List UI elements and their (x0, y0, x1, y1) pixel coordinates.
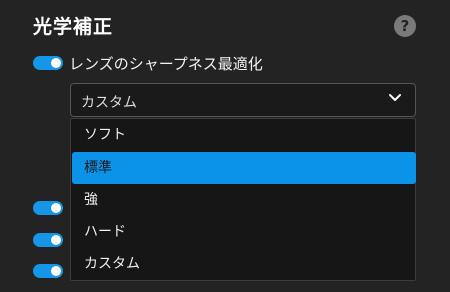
toggle-knob (51, 235, 61, 245)
toggle-4[interactable] (33, 264, 63, 278)
toggle-knob (51, 58, 61, 68)
option-standard[interactable]: 標準 (72, 152, 416, 184)
help-icon[interactable]: ? (394, 15, 416, 37)
option-hard[interactable]: ハード (72, 216, 416, 248)
option-strong[interactable]: 強 (72, 184, 416, 216)
sharpness-dropdown-menu: ソフト 標準 強 ハード カスタム (70, 118, 416, 281)
lens-sharpness-toggle[interactable] (33, 56, 63, 70)
lens-sharpness-label: レンズのシャープネス最適化 (69, 55, 263, 73)
option-soft[interactable]: ソフト (72, 119, 416, 151)
toggle-knob (51, 266, 61, 276)
toggle-knob (51, 203, 61, 213)
select-current-value: カスタム (81, 95, 137, 111)
question-mark: ? (400, 17, 410, 35)
option-custom[interactable]: カスタム (72, 248, 416, 280)
toggle-3[interactable] (33, 233, 63, 247)
section-title: 光学補正 (33, 16, 114, 38)
sharpness-select[interactable]: カスタム (70, 83, 416, 117)
chevron-down-icon (389, 94, 401, 101)
optical-correction-panel: 光学補正 ? レンズのシャープネス最適化 カスタム ソフト 標準 強 ハード カ… (0, 0, 450, 292)
toggle-2[interactable] (33, 201, 63, 215)
